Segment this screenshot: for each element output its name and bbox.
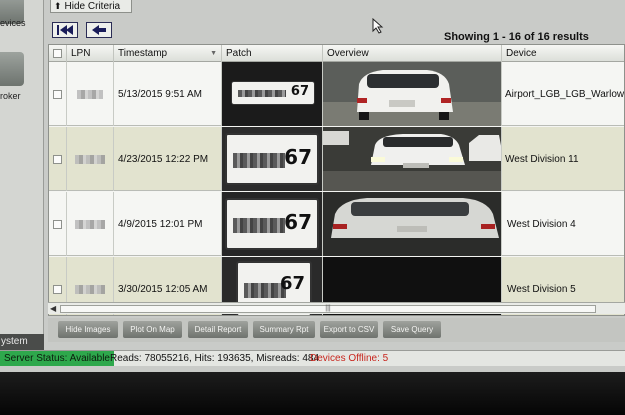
lpn-redacted — [75, 284, 105, 294]
car-rear-photo — [323, 192, 501, 256]
table-row[interactable]: 4/23/2015 12:22 PM 67 West Division 11 — [49, 127, 624, 191]
device-cell: West Division 11 — [502, 127, 624, 191]
hide-images-button[interactable]: Hide Images — [58, 321, 118, 338]
nav-item-broker-label[interactable]: roker — [0, 91, 21, 101]
hide-criteria-tab[interactable]: ⬆ Hide Criteria — [50, 0, 132, 13]
car-front-photo — [323, 127, 501, 191]
lpn-redacted — [75, 154, 105, 164]
reads-summary: Reads: 78055216, Hits: 193635, Misreads:… — [110, 353, 320, 364]
row-checkbox[interactable] — [53, 89, 62, 99]
scroll-left-icon[interactable]: ◀ — [50, 304, 56, 313]
monitor-bezel — [0, 372, 625, 415]
mouse-cursor-icon — [372, 18, 384, 34]
patch-cell[interactable]: 67 — [222, 62, 323, 126]
column-header-timestamp[interactable]: Timestamp ▼ — [114, 45, 222, 62]
nav-item-devices-label[interactable]: evices — [0, 18, 26, 28]
overview-cell[interactable] — [323, 62, 502, 126]
summary-rpt-button[interactable]: Summary Rpt — [253, 321, 315, 338]
plot-on-map-button[interactable]: Plot On Map — [123, 321, 182, 338]
device-cell: West Division 4 — [502, 192, 624, 256]
status-bar: Server Status: Available Reads: 78055216… — [0, 350, 625, 366]
horizontal-scrollbar[interactable]: ◀ ||| — [48, 302, 625, 314]
lpn-cell — [67, 62, 114, 126]
column-header-patch[interactable]: Patch — [222, 45, 323, 62]
plate-image: 67 — [225, 133, 319, 185]
prev-page-icon — [92, 25, 106, 35]
sort-desc-icon: ▼ — [210, 50, 217, 57]
lpn-cell — [67, 127, 114, 191]
patch-cell[interactable]: 67 — [222, 192, 323, 256]
timestamp-cell: 5/13/2015 9:51 AM — [114, 62, 222, 126]
action-bar: Hide Images Plot On Map Detail Report Su… — [48, 318, 625, 342]
left-nav: evices roker ystem — [0, 0, 44, 350]
lpn-cell — [67, 192, 114, 256]
select-all-checkbox-cell — [49, 45, 67, 62]
row-checkbox-cell — [49, 127, 67, 191]
arrow-up-icon: ⬆ — [54, 1, 62, 11]
save-query-button[interactable]: Save Query — [383, 321, 441, 338]
hide-criteria-label: Hide Criteria — [64, 1, 121, 12]
column-header-device[interactable]: Device — [502, 45, 624, 62]
car-rear-photo — [323, 62, 501, 126]
nav-section-system[interactable]: ystem — [0, 334, 44, 350]
column-header-overview[interactable]: Overview — [323, 45, 502, 62]
plate-image: 67 — [231, 81, 315, 105]
plate-image: 67 — [225, 198, 319, 250]
grip-icon: ||| — [325, 305, 331, 312]
timestamp-cell: 4/9/2015 12:01 PM — [114, 192, 222, 256]
plate-digits: 67 — [284, 144, 312, 169]
lpn-redacted — [77, 89, 103, 99]
select-all-checkbox[interactable] — [53, 49, 62, 58]
export-csv-button[interactable]: Export to CSV — [320, 321, 378, 338]
row-checkbox[interactable] — [53, 219, 62, 229]
scrollbar-thumb[interactable]: ||| — [60, 305, 596, 313]
column-header-timestamp-label: Timestamp — [118, 48, 168, 59]
overview-cell[interactable] — [323, 127, 502, 191]
devices-offline-link[interactable]: Devices Offline: 5 — [310, 351, 388, 366]
results-count: Showing 1 - 16 of 16 results — [444, 31, 589, 43]
server-status-badge: Server Status: Available — [0, 351, 114, 366]
row-checkbox[interactable] — [53, 284, 62, 294]
table-row[interactable]: 5/13/2015 9:51 AM 67 Airport_LGB_LGB_War… — [49, 62, 624, 126]
table-row[interactable]: 4/9/2015 12:01 PM 67 West Division 4 — [49, 192, 624, 256]
plate-redacted — [238, 90, 286, 97]
detail-report-button[interactable]: Detail Report — [188, 321, 248, 338]
plate-redacted — [233, 153, 286, 168]
first-page-icon — [57, 25, 73, 35]
timestamp-cell: 4/23/2015 12:22 PM — [114, 127, 222, 191]
plate-digits: 67 — [290, 84, 309, 99]
column-header-lpn[interactable]: LPN — [67, 45, 114, 62]
row-checkbox[interactable] — [53, 154, 62, 164]
plate-redacted — [233, 218, 286, 233]
overview-cell[interactable] — [323, 192, 502, 256]
plate-digits: 67 — [279, 273, 305, 295]
grid-header: LPN Timestamp ▼ Patch Overview Device — [49, 45, 624, 62]
plate-digits: 67 — [284, 209, 312, 234]
results-grid: LPN Timestamp ▼ Patch Overview Device 5/… — [48, 44, 625, 316]
patch-cell[interactable]: 67 — [222, 127, 323, 191]
row-checkbox-cell — [49, 192, 67, 256]
first-page-button[interactable] — [52, 22, 78, 38]
device-cell: Airport_LGB_LGB_Warlow — [502, 62, 624, 126]
row-checkbox-cell — [49, 62, 67, 126]
prev-page-button[interactable] — [86, 22, 112, 38]
broker-icon[interactable] — [0, 52, 24, 86]
app-window: evices roker ystem ⬆ Hide Criteria Showin… — [0, 0, 625, 372]
lpn-redacted — [75, 219, 105, 229]
